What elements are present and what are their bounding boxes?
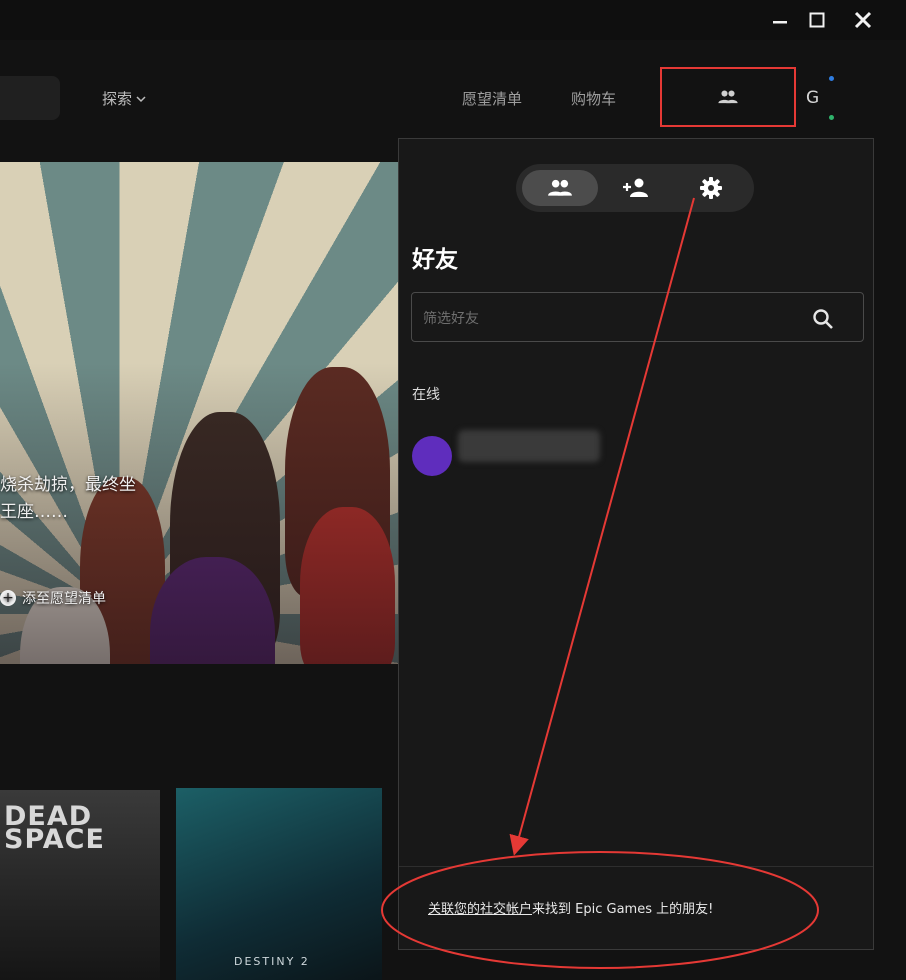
add-wishlist-button[interactable]: + 添至愿望清单 [0, 588, 106, 608]
minimize-button[interactable] [765, 6, 795, 34]
account-avatar[interactable]: G [806, 88, 819, 108]
chevron-down-icon [136, 95, 146, 102]
tab-settings[interactable] [688, 170, 734, 206]
hero-description: 烧杀劫掠，最终坐 王座…… [0, 472, 136, 526]
person-add-icon [623, 178, 648, 197]
friend-avatar [412, 436, 452, 476]
connect-social-row: 关联您的社交帐户来找到 Epic Games 上的朋友! [428, 898, 713, 917]
nav-cart[interactable]: 购物车 [571, 88, 616, 109]
connect-social-accounts-link[interactable]: 关联您的社交帐户 [428, 902, 532, 917]
nav-explore[interactable]: 探索 [102, 88, 146, 109]
nav-explore-label: 探索 [102, 90, 133, 108]
hero-description-line: 烧杀劫掠，最终坐 [0, 475, 136, 495]
game-tile-title-line: SPACE [4, 824, 105, 855]
friends-panel [398, 138, 874, 950]
gear-icon [700, 177, 722, 199]
hero-description-line: 王座…… [0, 502, 68, 522]
friend-name-redacted [458, 430, 600, 462]
search-icon[interactable] [809, 305, 837, 333]
maximize-icon [809, 12, 825, 28]
nav-wishlist[interactable]: 愿望清单 [462, 88, 522, 109]
connect-social-suffix: 来找到 Epic Games 上的朋友! [532, 902, 714, 917]
notification-dot [829, 76, 834, 81]
online-section-header: 在线 [412, 387, 440, 403]
minimize-icon [773, 21, 787, 24]
maximize-button[interactable] [802, 6, 832, 34]
plus-icon: + [0, 590, 16, 606]
game-tile-destiny[interactable] [176, 788, 382, 980]
online-status-dot [829, 115, 834, 120]
filter-friends-input[interactable] [423, 308, 803, 330]
tab-add-friend[interactable] [612, 170, 660, 206]
game-tile-title: DEAD SPACE [4, 803, 105, 855]
people-icon [548, 179, 572, 196]
people-icon [718, 90, 738, 104]
friends-title: 好友 [412, 247, 458, 273]
tab-friends[interactable] [522, 170, 598, 206]
game-tile-title: DESTINY 2 [234, 955, 310, 968]
store-search-box[interactable] [0, 76, 60, 120]
close-button[interactable] [848, 6, 878, 34]
friends-button[interactable] [660, 67, 796, 127]
close-icon [854, 11, 872, 29]
panel-divider [399, 866, 873, 867]
add-wishlist-label: 添至愿望清单 [22, 591, 106, 607]
